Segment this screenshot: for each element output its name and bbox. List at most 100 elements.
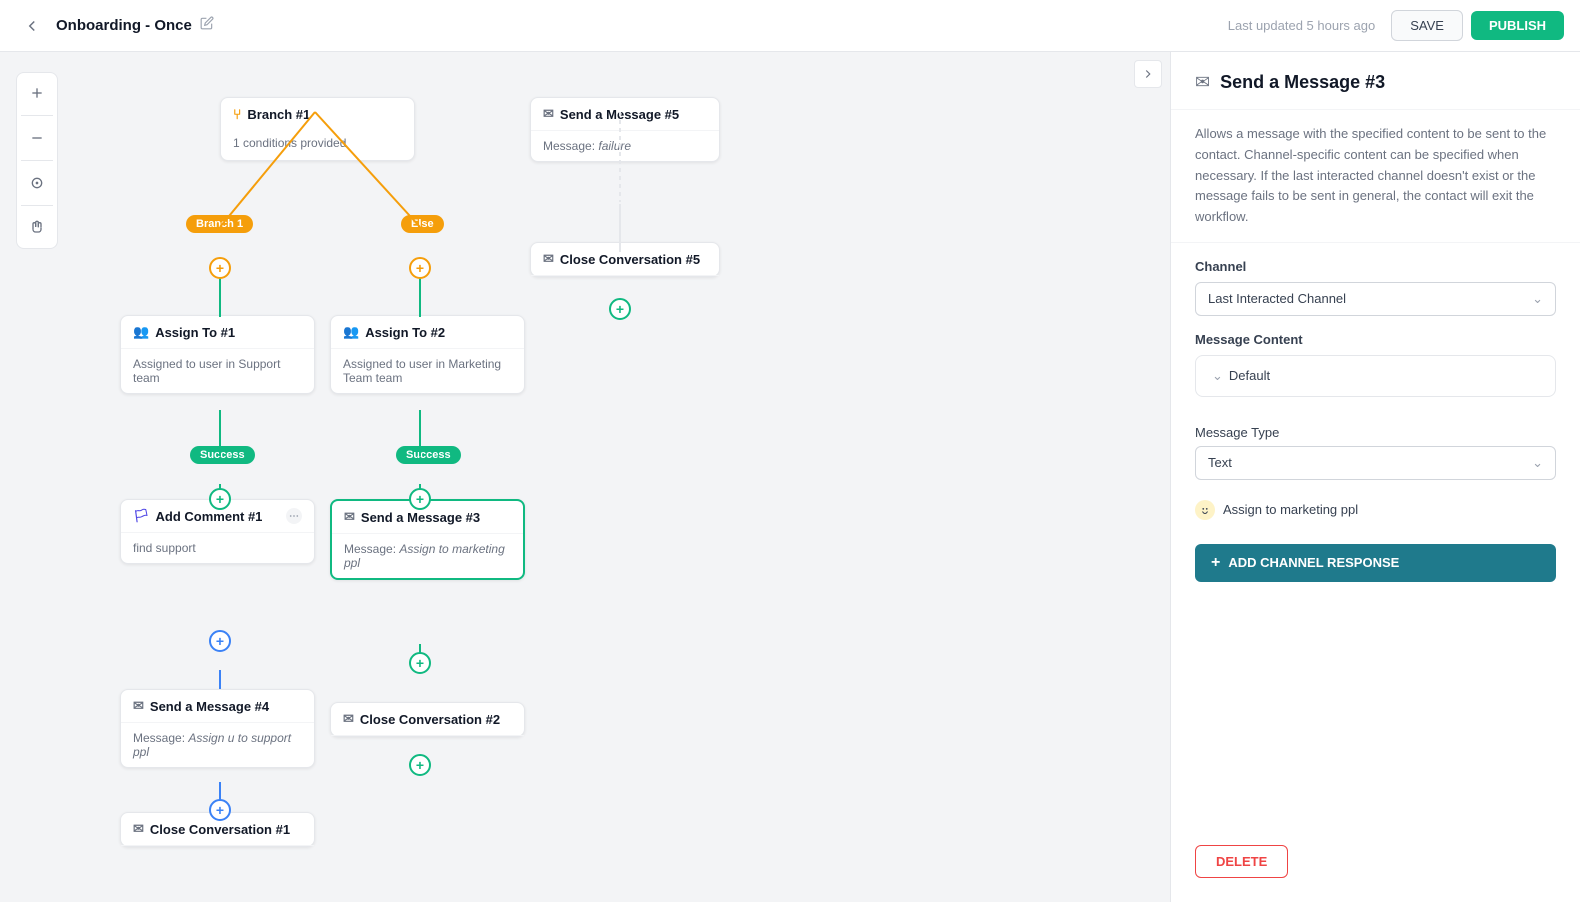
- message-type-select[interactable]: Text ⌄: [1195, 446, 1556, 480]
- assign-to-2-body: Assigned to user in Marketing Team team: [331, 349, 524, 393]
- add-comment-1-title: Add Comment #1: [156, 509, 263, 524]
- send-message-4-title: Send a Message #4: [150, 699, 269, 714]
- add-channel-plus-icon: +: [1211, 554, 1220, 572]
- panel-description: Allows a message with the specified cont…: [1171, 110, 1580, 243]
- connector-after-send-msg-3[interactable]: +: [409, 652, 431, 674]
- message-type-chevron-icon: ⌄: [1532, 455, 1543, 471]
- message-type-value: Text: [1208, 455, 1232, 470]
- send-message-5-title: Send a Message #5: [560, 107, 679, 122]
- close-conversation-1-icon: ✉: [133, 821, 144, 837]
- branch-header: ⑂ Branch #1: [221, 98, 414, 130]
- success-1-badge: Success: [190, 445, 255, 464]
- topbar: Onboarding - Once Last updated 5 hours a…: [0, 0, 1580, 52]
- connector-after-branch1[interactable]: +: [209, 257, 231, 279]
- assign-to-1-title: Assign To #1: [155, 325, 235, 340]
- send-message-3-icon: ✉: [344, 509, 355, 525]
- close-conversation-1-title: Close Conversation #1: [150, 822, 290, 837]
- add-channel-label: ADD CHANNEL RESPONSE: [1228, 555, 1399, 570]
- default-label: Default: [1229, 368, 1270, 383]
- zoom-out-button[interactable]: [21, 122, 53, 154]
- connector-after-success-2[interactable]: +: [409, 488, 431, 510]
- panel-header: ✉ Send a Message #3: [1171, 52, 1580, 110]
- connector-after-add-comment[interactable]: +: [209, 630, 231, 652]
- canvas-connections: [0, 52, 1170, 902]
- send-message-5-node[interactable]: ✉ Send a Message #5 Message: failure: [530, 97, 720, 162]
- branch-title: Branch #1: [247, 107, 310, 122]
- add-comment-1-menu[interactable]: ⋯: [286, 508, 302, 524]
- assign-text: Assign to marketing ppl: [1223, 502, 1358, 517]
- branch-icon: ⑂: [233, 106, 241, 122]
- send-message-5-body: Message: failure: [531, 131, 719, 161]
- default-message-header[interactable]: ⌄ Default: [1212, 368, 1539, 384]
- send-message-4-node[interactable]: ✉ Send a Message #4 Message: Assign u to…: [120, 689, 315, 768]
- close-conversation-2-node[interactable]: ✉ Close Conversation #2: [330, 702, 525, 737]
- branch-conditions: 1 conditions provided: [221, 130, 414, 160]
- default-message-box[interactable]: ⌄ Default: [1195, 355, 1556, 397]
- channel-select[interactable]: Last Interacted Channel ⌄: [1195, 282, 1556, 316]
- assign-to-2-title: Assign To #2: [365, 325, 445, 340]
- send-message-4-icon: ✉: [133, 698, 144, 714]
- channel-chevron-icon: ⌄: [1532, 291, 1543, 307]
- fit-view-button[interactable]: [21, 167, 53, 199]
- zoom-in-button[interactable]: [21, 77, 53, 109]
- assign-to-1-body: Assigned to user in Support team: [121, 349, 314, 393]
- message-content-section: Message Content ⌄ Default: [1171, 332, 1580, 413]
- connector-after-send-msg-4[interactable]: +: [209, 799, 231, 821]
- add-channel-response-button[interactable]: + ADD CHANNEL RESPONSE: [1195, 544, 1556, 582]
- channel-section: Channel Last Interacted Channel ⌄: [1171, 243, 1580, 332]
- edit-title-icon[interactable]: [200, 16, 214, 35]
- assign-to-2-icon: 👥: [343, 324, 359, 340]
- channel-value: Last Interacted Channel: [1208, 291, 1346, 306]
- close-conversation-5-node[interactable]: ✉ Close Conversation #5: [530, 242, 720, 277]
- message-content-label: Message Content: [1195, 332, 1556, 347]
- add-comment-1-body: find support: [121, 533, 314, 563]
- connector-after-else[interactable]: +: [409, 257, 431, 279]
- success-2-badge: Success: [396, 445, 461, 464]
- workflow-title: Onboarding - Once: [56, 17, 192, 34]
- workflow-canvas[interactable]: ⑂ Branch #1 1 conditions provided ✉ Send…: [0, 52, 1170, 902]
- send-message-5-header: ✉ Send a Message #5: [531, 98, 719, 131]
- assign-to-1-node[interactable]: 👥 Assign To #1 Assigned to user in Suppo…: [120, 315, 315, 394]
- close-conversation-2-title: Close Conversation #2: [360, 712, 500, 727]
- canvas-toolbar: [16, 72, 58, 249]
- pan-tool-button[interactable]: [21, 212, 53, 244]
- panel-node-icon: ✉: [1195, 72, 1210, 93]
- panel-title: Send a Message #3: [1220, 72, 1385, 93]
- close-conversation-5-title: Close Conversation #5: [560, 252, 700, 267]
- branch-node[interactable]: ⑂ Branch #1 1 conditions provided: [220, 97, 415, 161]
- assign-smiley-icon: [1195, 500, 1215, 520]
- assign-to-2-node[interactable]: 👥 Assign To #2 Assigned to user in Marke…: [330, 315, 525, 394]
- main-layout: ⑂ Branch #1 1 conditions provided ✉ Send…: [0, 52, 1580, 902]
- close-conversation-5-icon: ✉: [543, 251, 554, 267]
- expand-panel-button[interactable]: [1134, 60, 1162, 88]
- close-conversation-5-header: ✉ Close Conversation #5: [531, 243, 719, 276]
- publish-button[interactable]: PUBLISH: [1471, 11, 1564, 40]
- delete-button[interactable]: DELETE: [1195, 845, 1288, 878]
- send-message-5-icon: ✉: [543, 106, 554, 122]
- right-panel: ✉ Send a Message #3 Allows a message wit…: [1170, 52, 1580, 902]
- send-message-3-title: Send a Message #3: [361, 510, 480, 525]
- assign-to-1-header: 👥 Assign To #1: [121, 316, 314, 349]
- assign-to-2-header: 👥 Assign To #2: [331, 316, 524, 349]
- last-updated-text: Last updated 5 hours ago: [1228, 18, 1375, 33]
- send-message-3-body: Message: Assign to marketing ppl: [332, 534, 523, 578]
- connector-after-success-1[interactable]: +: [209, 488, 231, 510]
- add-comment-1-icon: 🏳: [133, 508, 150, 524]
- send-message-4-body: Message: Assign u to support ppl: [121, 723, 314, 767]
- message-type-section: Message Type Text ⌄: [1171, 413, 1580, 492]
- message-type-label: Message Type: [1195, 425, 1556, 440]
- send-message-3-node[interactable]: ✉ Send a Message #3 Message: Assign to m…: [330, 499, 525, 580]
- assign-to-1-icon: 👥: [133, 324, 149, 340]
- close-conversation-2-header: ✉ Close Conversation #2: [331, 703, 524, 736]
- back-button[interactable]: [16, 10, 48, 42]
- save-button[interactable]: SAVE: [1391, 10, 1463, 41]
- connector-after-close-conv-2[interactable]: +: [409, 754, 431, 776]
- else-badge: Else: [401, 214, 444, 233]
- close-conversation-2-icon: ✉: [343, 711, 354, 727]
- assign-row: Assign to marketing ppl: [1171, 492, 1580, 536]
- send-message-4-header: ✉ Send a Message #4: [121, 690, 314, 723]
- add-after-close-conv-5[interactable]: +: [609, 298, 631, 320]
- default-chevron-icon: ⌄: [1212, 368, 1223, 384]
- branch1-badge: Branch 1: [186, 214, 253, 233]
- channel-label: Channel: [1195, 259, 1556, 274]
